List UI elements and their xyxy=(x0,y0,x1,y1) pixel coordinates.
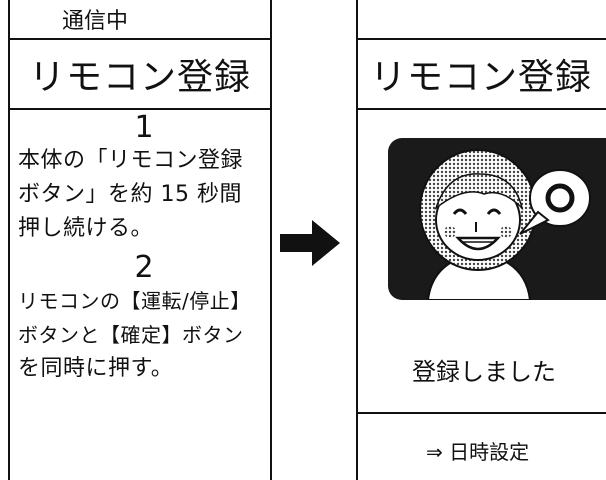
page-title: リモコン登録 xyxy=(28,57,251,98)
step-2-number: 2 xyxy=(134,250,154,285)
step-1-line-2: ボタン」を約 15 秒間 xyxy=(18,182,242,207)
smiling-person-icon xyxy=(419,149,591,300)
registration-complete-message: 登録しました xyxy=(412,358,556,386)
divider xyxy=(358,412,606,414)
step-2: 2 リモコンの【運転/停止】 ボタンと【確定】ボタン を同時に押す。 xyxy=(10,252,270,386)
step-2-line-1: リモコンの【運転/停止】 xyxy=(18,289,251,313)
right-arrow-icon xyxy=(280,220,340,266)
confirmation-illustration xyxy=(388,138,606,300)
status-bar: 通信中 xyxy=(10,0,270,40)
step-1-line-3: 押し続ける。 xyxy=(18,216,154,241)
step-1: 1 本体の「リモコン登録 ボタン」を約 15 秒間 押し続ける。 xyxy=(10,112,270,246)
left-screen: 通信中 リモコン登録 1 本体の「リモコン登録 ボタン」を約 15 秒間 押し続… xyxy=(8,0,272,480)
status-text: 通信中 xyxy=(62,9,129,34)
step-1-line-1: 本体の「リモコン登録 xyxy=(18,148,244,173)
step-2-line-2: ボタンと【確定】ボタン xyxy=(18,323,244,347)
title-bar: リモコン登録 xyxy=(10,40,270,110)
next-datetime-setting-link[interactable]: ⇒ 日時設定 xyxy=(426,436,529,465)
title-bar: リモコン登録 xyxy=(358,40,606,110)
page-title: リモコン登録 xyxy=(370,57,593,98)
right-screen: リモコン登録 登録しました ⇒ 日時設定 xyxy=(356,0,606,480)
step-1-number: 1 xyxy=(134,110,154,145)
step-2-line-3: を同時に押す。 xyxy=(18,356,174,381)
status-bar-empty xyxy=(358,0,606,40)
